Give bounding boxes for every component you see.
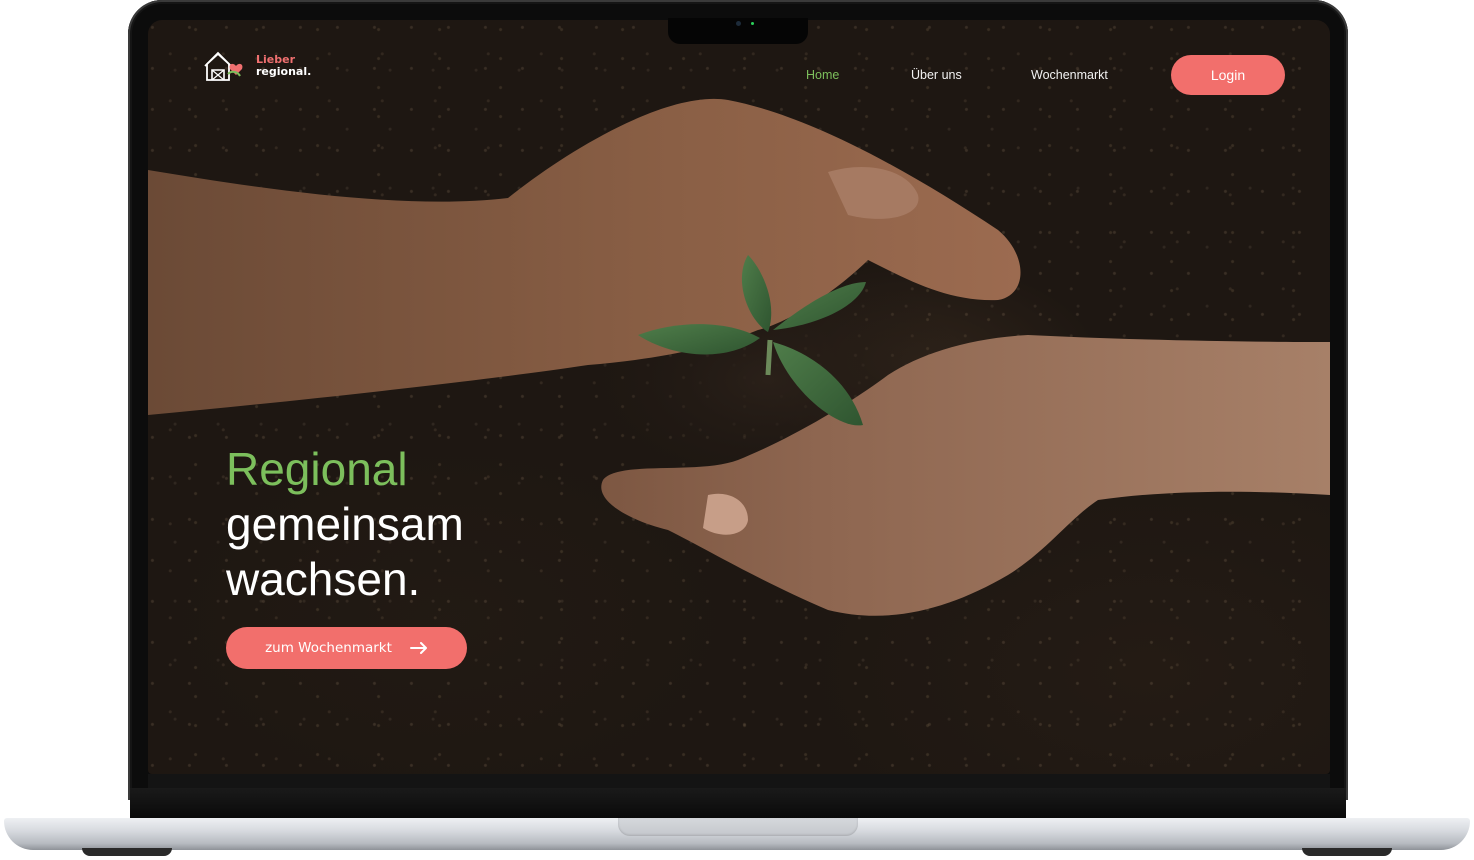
camera-led-icon [751,22,754,25]
cta-label: zum Wochenmarkt [265,640,392,656]
headline-line3: wachsen. [226,553,421,605]
headline-accent: Regional [226,443,408,495]
nav-ueber-uns[interactable]: Über uns [911,68,962,82]
screen: Lieber regional. Home Über uns Wochenmar… [148,20,1330,774]
website: Lieber regional. Home Über uns Wochenmar… [148,20,1330,774]
camera-icon [736,21,741,26]
login-button[interactable]: Login [1171,55,1285,95]
arrow-right-icon [409,642,427,654]
logo[interactable]: Lieber regional. [204,50,311,82]
laptop-opening-notch [618,818,858,836]
nav-home[interactable]: Home [806,68,839,82]
wochenmarkt-cta-button[interactable]: zum Wochenmarkt [226,627,467,669]
headline-line2: gemeinsam [226,498,464,550]
laptop-foot-left [82,848,172,856]
nav-wochenmarkt[interactable]: Wochenmarkt [1031,68,1108,82]
farm-barn-heart-icon [204,51,243,81]
logo-line2: regional. [256,65,312,78]
hero-headline: Regional gemeinsam wachsen. [226,442,464,607]
screen-bottom-bezel [148,774,1330,788]
laptop-hinge [130,788,1346,818]
laptop-mockup: Lieber regional. Home Über uns Wochenmar… [0,0,1474,860]
laptop-foot-right [1302,848,1392,856]
logo-text: Lieber regional. [256,54,311,78]
